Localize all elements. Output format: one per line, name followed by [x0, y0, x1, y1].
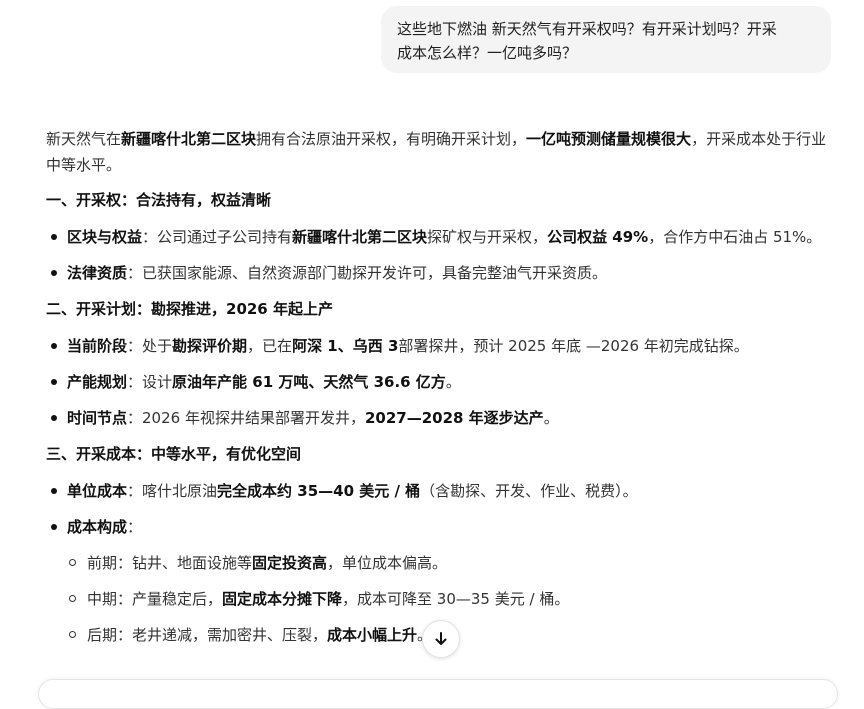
scroll-to-bottom-button[interactable]: [422, 620, 460, 658]
bullet-list: 区块与权益：公司通过子公司持有新疆喀什北第二区块探矿权与开采权，公司权益 49%…: [46, 224, 836, 286]
list-item: 单位成本：喀什北原油完全成本约 35—40 美元 / 桶（含勘探、开发、作业、税…: [46, 478, 836, 504]
user-message-line: 这些地下燃油 新天然气有开采权吗？有开采计划吗？开采: [397, 20, 777, 38]
section-heading: 一、开采权：合法持有，权益清晰: [46, 191, 272, 209]
list-item: 产能规划：设计原油年产能 61 万吨、天然气 36.6 亿方。: [46, 369, 836, 395]
sub-list-item: 前期：钻井、地面设施等固定投资高，单位成本偏高。: [67, 550, 836, 576]
user-message-bubble: 这些地下燃油 新天然气有开采权吗？有开采计划吗？开采 成本怎么样？一亿吨多吗？: [381, 6, 831, 73]
list-item: 当前阶段：处于勘探评价期，已在阿深 1、乌西 3部署探井，预计 2025 年底 …: [46, 333, 836, 359]
sub-list-item: 中期：产量稳定后，固定成本分摊下降，成本可降至 30—35 美元 / 桶。: [67, 586, 836, 612]
user-message-line: 成本怎么样？一亿吨多吗？: [397, 44, 578, 62]
message-composer[interactable]: [38, 679, 838, 709]
answer-intro: 新天然气在新疆喀什北第二区块拥有合法原油开采权，有明确开采计划，一亿吨预测储量规…: [46, 130, 827, 174]
section-heading: 三、开采成本：中等水平，有优化空间: [46, 445, 302, 463]
arrow-down-icon: [435, 632, 447, 645]
list-item: 区块与权益：公司通过子公司持有新疆喀什北第二区块探矿权与开采权，公司权益 49%…: [46, 224, 836, 250]
list-item: 时间节点：2026 年视探井结果部署开发井，2027—2028 年逐步达产。: [46, 405, 836, 431]
bullet-list: 当前阶段：处于勘探评价期，已在阿深 1、乌西 3部署探井，预计 2025 年底 …: [46, 333, 836, 431]
assistant-answer: 新天然气在新疆喀什北第二区块拥有合法原油开采权，有明确开采计划，一亿吨预测储量规…: [46, 126, 836, 658]
list-item: 法律资质：已获国家能源、自然资源部门勘探开发许可，具备完整油气开采资质。: [46, 260, 836, 286]
section-heading: 二、开采计划：勘探推进，2026 年起上产: [46, 300, 333, 318]
